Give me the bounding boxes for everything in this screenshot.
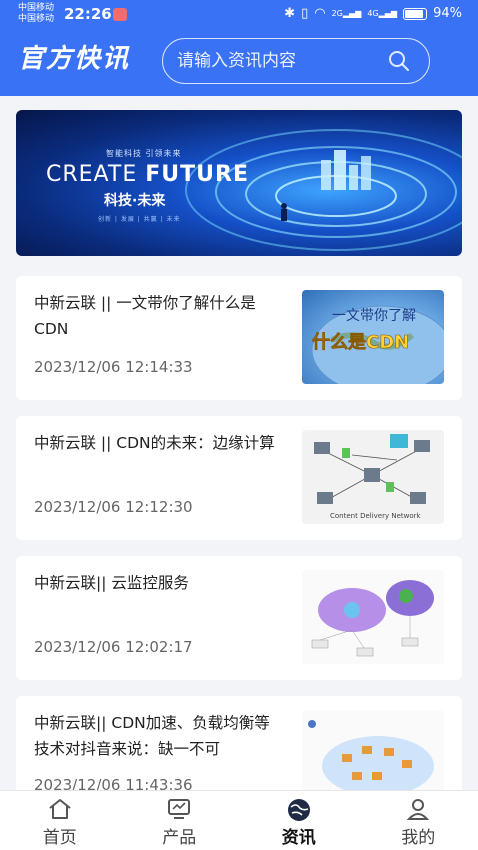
news-card[interactable]: 中新云联 || 一文带你了解什么是CDN 2023/12/06 12:14:33… — [16, 276, 462, 400]
signal-icon-2: 4G▂▄▆ — [367, 9, 398, 18]
globe-icon — [287, 799, 310, 821]
banner-tagline: 智能科技 引领未来 — [106, 149, 182, 158]
news-date: 2023/12/06 12:14:33 — [34, 358, 193, 376]
news-thumbnail[interactable] — [302, 570, 444, 664]
banner-footer-text: 创新 | 发展 | 共赢 | 未来 — [98, 216, 181, 223]
status-bar: 中国移动 中国移动 22:26 ✱ ▯ ◠ 2G▂▄▆ 4G▂▄▆ 94% — [0, 0, 478, 30]
carrier-1: 中国移动 — [18, 3, 55, 13]
tab-profile[interactable]: 我的 — [359, 791, 478, 850]
home-icon — [49, 799, 71, 819]
tab-home-label: 首页 — [42, 828, 77, 848]
banner-subtitle: 科技·未来 — [104, 193, 166, 209]
svg-text:一文带你了解: 一文带你了解 — [332, 308, 416, 324]
status-indicators: ✱ ▯ ◠ 2G▂▄▆ 4G▂▄▆ 94% — [284, 6, 462, 21]
tab-news[interactable]: 资讯 — [239, 791, 359, 850]
carrier-2: 中国移动 — [18, 14, 55, 24]
promo-banner[interactable]: 智能科技 引领未来 CREATE FUTURE 科技·未来 创新 | 发展 | … — [16, 110, 462, 256]
news-title[interactable]: 中新云联 || 一文带你了解什么是CDN — [34, 290, 282, 342]
vibrate-icon: ▯ — [301, 6, 309, 21]
news-date: 2023/12/06 12:12:30 — [34, 498, 193, 516]
page-title: 官方快讯 — [18, 44, 131, 74]
news-date: 2023/12/06 12:02:17 — [34, 638, 193, 656]
carrier-labels: 中国移动 中国移动 — [18, 3, 54, 25]
news-thumbnail[interactable]: Content Delivery Network — [302, 430, 444, 524]
news-card[interactable]: 中新云联 || CDN的未来：边缘计算 2023/12/06 12:12:30 … — [16, 416, 462, 540]
news-title[interactable]: 中新云联|| 云监控服务 — [34, 570, 282, 596]
svg-text:什么是CDN: 什么是CDN — [312, 331, 409, 353]
tab-products[interactable]: 产品 — [120, 791, 240, 850]
banner-headline: CREATE FUTURE — [46, 162, 249, 187]
monitor-icon — [168, 799, 191, 819]
battery-icon — [403, 7, 428, 20]
news-title[interactable]: 中新云联|| CDN加速、负载均衡等技术对抖音来说：缺一不可 — [34, 710, 282, 762]
tab-home[interactable]: 首页 — [0, 791, 120, 850]
tab-products-label: 产品 — [162, 828, 197, 848]
app-header: 中国移动 中国移动 22:26 ✱ ▯ ◠ 2G▂▄▆ 4G▂▄▆ 94% 官方… — [0, 0, 478, 96]
battery-level: 94% — [433, 6, 462, 21]
news-title[interactable]: 中新云联 || CDN的未来：边缘计算 — [34, 430, 282, 456]
search-bar[interactable] — [162, 38, 430, 84]
wifi-icon: ◠ — [314, 6, 326, 21]
user-icon — [407, 799, 430, 820]
status-time: 22:26 — [64, 5, 112, 23]
news-thumbnail[interactable]: 一文带你了解 什么是CDN — [302, 290, 444, 384]
notification-icon — [113, 8, 127, 21]
signal-icon: 2G▂▄▆ — [331, 9, 362, 18]
bluetooth-icon: ✱ — [284, 6, 296, 21]
search-input[interactable] — [177, 49, 377, 73]
bottom-tab-bar: 首页 产品 资讯 我的 — [0, 790, 478, 850]
search-icon[interactable] — [387, 49, 411, 73]
news-card[interactable]: 中新云联|| 云监控服务 2023/12/06 12:02:17 — [16, 556, 462, 680]
tab-profile-label: 我的 — [401, 828, 436, 848]
tab-news-label: 资讯 — [281, 828, 316, 848]
svg-text:Content Delivery Network: Content Delivery Network — [330, 512, 422, 520]
